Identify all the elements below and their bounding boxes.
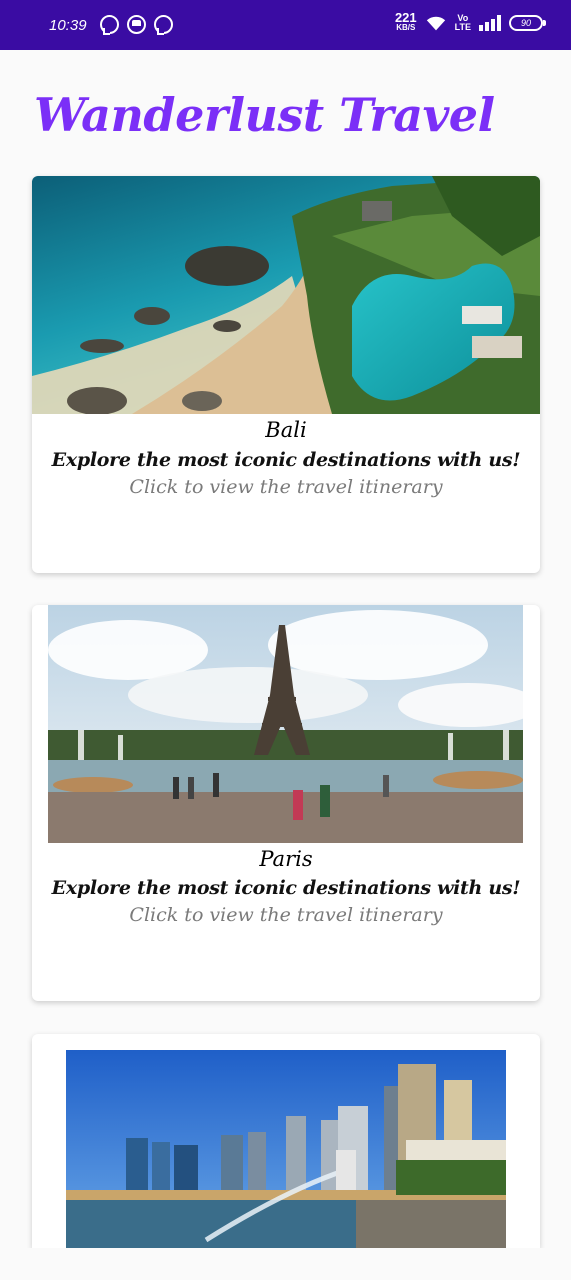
destination-tagline: Explore the most iconic destinations wit… bbox=[51, 877, 521, 899]
battery-icon: 90 bbox=[509, 15, 546, 31]
itinerary-link[interactable]: Click to view the travel itinerary bbox=[32, 476, 540, 498]
signal-icon bbox=[479, 15, 501, 31]
destination-tagline: Explore the most iconic destinations wit… bbox=[51, 449, 521, 471]
whatsapp-icon bbox=[100, 15, 119, 34]
page-title: Wanderlust Travel bbox=[34, 88, 495, 142]
notification-icons bbox=[100, 15, 173, 34]
network-speed: 221 KB/S bbox=[394, 10, 417, 32]
destination-name: Bali bbox=[265, 418, 307, 442]
message-icon bbox=[127, 15, 146, 34]
status-time: 10:39 bbox=[49, 17, 87, 34]
destination-card-bali[interactable]: Bali Explore the most iconic destination… bbox=[32, 176, 540, 573]
destination-name: Paris bbox=[259, 847, 313, 871]
destination-card-paris[interactable]: Paris Explore the most iconic destinatio… bbox=[32, 605, 540, 1001]
volte-icon: Vo LTE bbox=[454, 13, 471, 32]
system-icons: 221 KB/S Vo LTE 90 bbox=[394, 10, 546, 34]
bottom-edge bbox=[0, 1248, 571, 1280]
singapore-image bbox=[66, 1050, 506, 1248]
itinerary-link[interactable]: Click to view the travel itinerary bbox=[32, 904, 540, 926]
status-bar: 10:39 221 KB/S Vo LTE 90 bbox=[0, 0, 571, 50]
destination-card-singapore[interactable] bbox=[32, 1034, 540, 1248]
whatsapp-icon bbox=[154, 15, 173, 34]
bali-image bbox=[32, 176, 540, 414]
paris-image bbox=[48, 605, 523, 843]
wifi-icon bbox=[426, 16, 445, 31]
